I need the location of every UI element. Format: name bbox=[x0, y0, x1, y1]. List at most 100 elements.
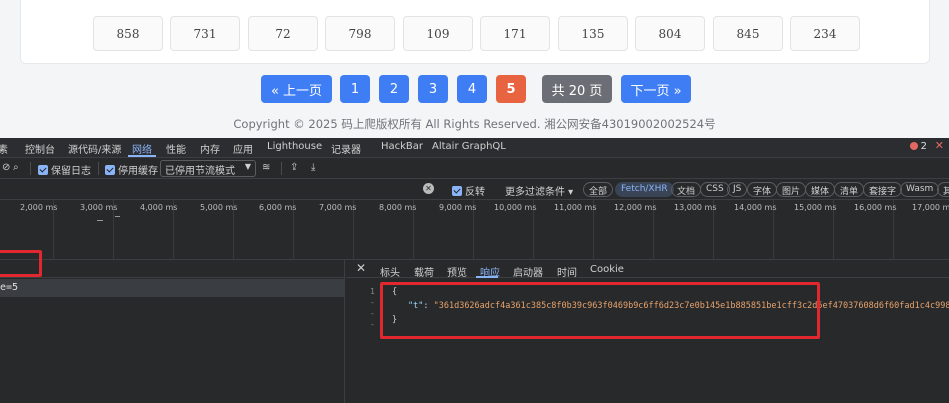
network-conditions-icon[interactable]: ≋ bbox=[262, 162, 270, 173]
request-list-header bbox=[0, 260, 345, 278]
export-har-icon[interactable]: ⤓ bbox=[311, 162, 315, 173]
fold-marker: - bbox=[370, 298, 375, 307]
timeline-tick-label: 13,000 ms bbox=[674, 203, 717, 212]
timeline-tick-label: 15,000 ms bbox=[794, 203, 837, 212]
tab-network[interactable]: 网络 bbox=[132, 141, 152, 156]
timeline-tick-label: 8,000 ms bbox=[379, 203, 417, 212]
tab-timing[interactable]: 时间 bbox=[557, 264, 577, 279]
timeline-tick-label: 14,000 ms bbox=[734, 203, 777, 212]
preserve-log-label: 保留日志 bbox=[51, 166, 91, 177]
error-count-badge[interactable]: 2 bbox=[909, 141, 927, 152]
filter-chip-all[interactable]: 全部 bbox=[583, 182, 614, 197]
timeline-tick-label: 6,000 ms bbox=[259, 203, 297, 212]
search-icon[interactable]: ⌕ bbox=[13, 162, 19, 173]
import-har-icon[interactable]: ⇪ bbox=[290, 162, 298, 173]
request-row[interactable]: e=5 bbox=[0, 279, 345, 297]
devtools-panel: 素 控制台 源代码/来源 网络 性能 内存 应用 Lighthouse 记录器 … bbox=[0, 138, 949, 403]
number-cell: 845 bbox=[713, 16, 783, 51]
filter-chip-media[interactable]: 媒体 bbox=[805, 182, 836, 197]
tab-hackbar[interactable]: HackBar bbox=[381, 141, 423, 152]
checkbox-checked-icon bbox=[38, 165, 48, 175]
request-list: e=5 bbox=[0, 260, 345, 403]
tab-application[interactable]: 应用 bbox=[233, 141, 253, 156]
timeline-tick-label: 7,000 ms bbox=[319, 203, 357, 212]
throttling-value: 已停用节流模式 bbox=[165, 166, 235, 177]
checkbox-checked-icon bbox=[452, 186, 462, 196]
highlight-box-request bbox=[0, 250, 42, 277]
timeline-tick-label: 2,000 ms bbox=[20, 203, 58, 212]
filter-chip-js[interactable]: JS bbox=[727, 182, 748, 197]
tab-lighthouse[interactable]: Lighthouse bbox=[267, 141, 322, 152]
page-button-4[interactable]: 4 bbox=[457, 75, 487, 103]
timeline-tick-label: 16,000 ms bbox=[854, 203, 897, 212]
filter-chip-wasm[interactable]: Wasm bbox=[900, 182, 940, 197]
waterfall-bar bbox=[115, 216, 120, 217]
page-button-5-current[interactable]: 5 bbox=[496, 75, 526, 103]
timeline-tick-label: 9,000 ms bbox=[439, 203, 477, 212]
record-stop-icon[interactable]: ⊘ bbox=[2, 162, 10, 173]
tab-console[interactable]: 控制台 bbox=[25, 141, 55, 156]
tab-initiator[interactable]: 启动器 bbox=[513, 264, 543, 279]
details-tabbar: ✕ 标头 载荷 预览 响应 启动器 时间 Cookie bbox=[346, 260, 949, 279]
next-page-button[interactable]: 下一页 » bbox=[621, 75, 691, 103]
tab-altair-graphql[interactable]: Altair GraphQL bbox=[432, 141, 506, 152]
filter-chip-fetch-xhr[interactable]: Fetch/XHR bbox=[615, 182, 674, 197]
devtools-tabbar: 素 控制台 源代码/来源 网络 性能 内存 应用 Lighthouse 记录器 … bbox=[0, 138, 949, 158]
timeline-tick-label: 11,000 ms bbox=[554, 203, 597, 212]
page-button-2[interactable]: 2 bbox=[379, 75, 409, 103]
filter-chip-css[interactable]: CSS bbox=[700, 182, 730, 197]
error-icon bbox=[909, 142, 918, 150]
filter-chip-other[interactable]: 其 bbox=[937, 182, 949, 197]
number-cell: 171 bbox=[480, 16, 550, 51]
tab-elements[interactable]: 素 bbox=[0, 141, 8, 156]
invert-label: 反转 bbox=[465, 187, 485, 198]
fold-marker: - bbox=[370, 309, 375, 318]
more-filters-dropdown[interactable]: 更多过滤条件 ▾ bbox=[505, 183, 573, 198]
throttling-select[interactable]: 已停用节流模式 ▼ bbox=[160, 160, 256, 177]
timeline-tick-label: 17,000 ms bbox=[912, 203, 949, 212]
close-details-icon[interactable]: ✕ bbox=[356, 261, 366, 275]
tab-payload[interactable]: 载荷 bbox=[414, 264, 434, 279]
timeline-tick-label: 12,000 ms bbox=[614, 203, 657, 212]
error-count: 2 bbox=[920, 141, 927, 152]
numbers-card: 858 731 72 798 109 171 135 804 845 234 bbox=[20, 0, 930, 64]
tab-performance[interactable]: 性能 bbox=[166, 141, 186, 156]
filter-chip-doc[interactable]: 文档 bbox=[671, 182, 702, 197]
screenshot-root: 858 731 72 798 109 171 135 804 845 234 «… bbox=[0, 0, 949, 403]
timeline-tick-label: 10,000 ms bbox=[494, 203, 537, 212]
fold-marker: - bbox=[370, 320, 375, 329]
tab-headers[interactable]: 标头 bbox=[380, 264, 400, 279]
selected-detail-tab-indicator bbox=[476, 276, 498, 278]
highlight-box-response bbox=[380, 282, 820, 339]
filter-chip-socket[interactable]: 套接字 bbox=[863, 182, 903, 197]
page-button-1[interactable]: 1 bbox=[340, 75, 370, 103]
timeline-tick-label: 4,000 ms bbox=[140, 203, 178, 212]
number-cell: 109 bbox=[403, 16, 473, 51]
tab-memory[interactable]: 内存 bbox=[200, 141, 220, 156]
preserve-log-checkbox[interactable]: 保留日志 bbox=[38, 162, 91, 177]
tab-preview[interactable]: 预览 bbox=[447, 264, 467, 279]
divider bbox=[30, 162, 31, 175]
number-cell: 234 bbox=[790, 16, 860, 51]
disable-cache-label: 停用缓存 bbox=[118, 166, 158, 177]
checkbox-checked-icon bbox=[105, 165, 115, 175]
number-cell: 72 bbox=[248, 16, 318, 51]
number-cell: 798 bbox=[325, 16, 395, 51]
filter-chip-font[interactable]: 字体 bbox=[747, 182, 778, 197]
close-icon[interactable]: ✕ bbox=[935, 139, 944, 152]
page-button-3[interactable]: 3 bbox=[418, 75, 448, 103]
prev-page-button[interactable]: « 上一页 bbox=[261, 75, 332, 103]
number-cell: 135 bbox=[558, 16, 628, 51]
clear-filter-icon[interactable]: ✕ bbox=[423, 183, 434, 194]
web-page: 858 731 72 798 109 171 135 804 845 234 «… bbox=[0, 0, 949, 138]
number-cell: 804 bbox=[635, 16, 705, 51]
network-timeline-overview[interactable]: 2,000 ms 3,000 ms 4,000 ms 5,000 ms 6,00… bbox=[0, 200, 949, 260]
tab-sources[interactable]: 源代码/来源 bbox=[68, 141, 121, 156]
filter-chip-manifest[interactable]: 清单 bbox=[834, 182, 865, 197]
invert-checkbox[interactable]: 反转 bbox=[452, 183, 485, 198]
tab-cookies[interactable]: Cookie bbox=[590, 264, 624, 275]
filter-chip-img[interactable]: 图片 bbox=[776, 182, 807, 197]
disable-cache-checkbox[interactable]: 停用缓存 bbox=[105, 162, 158, 177]
divider bbox=[281, 162, 282, 175]
tab-recorder[interactable]: 记录器 bbox=[331, 141, 361, 156]
